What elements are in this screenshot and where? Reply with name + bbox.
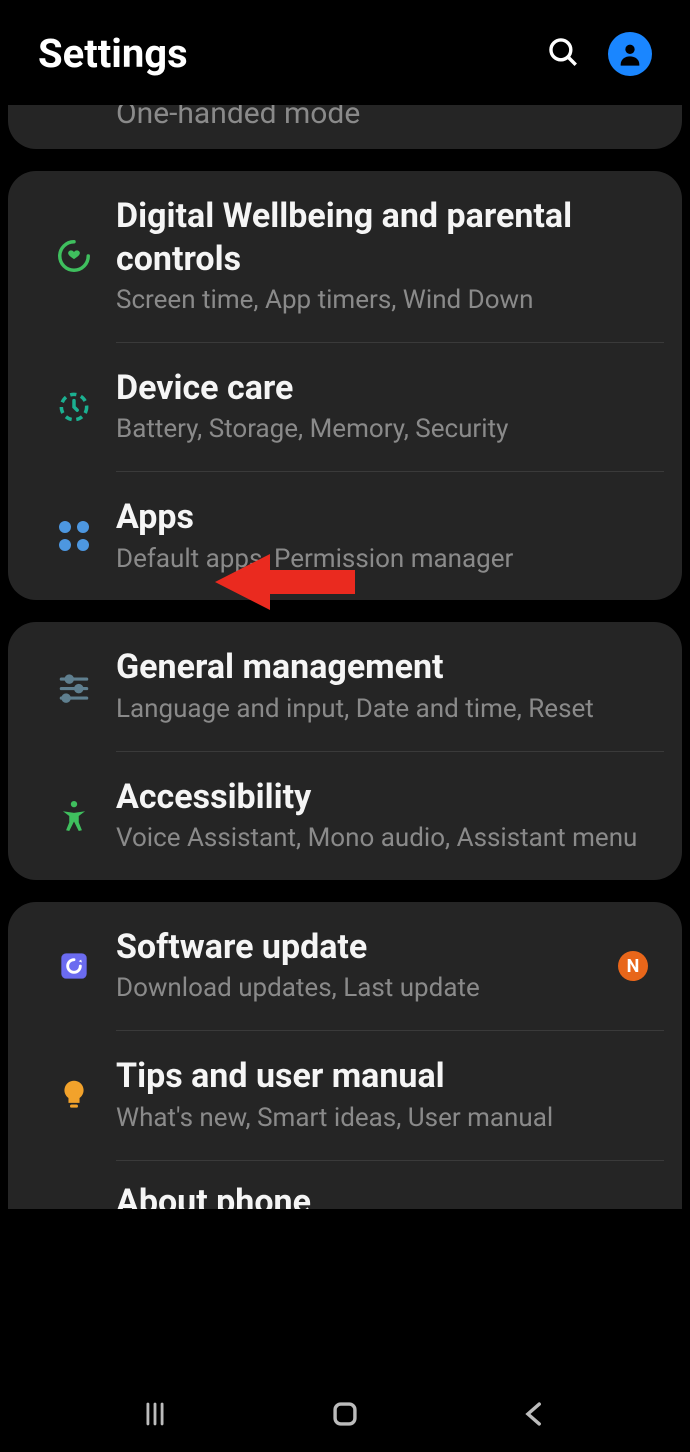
item-text: Tips and user manual What's new, Smart i… — [116, 1055, 658, 1135]
item-text: Accessibility Voice Assistant, Mono audi… — [116, 776, 658, 856]
item-title: Device care — [116, 367, 648, 410]
search-icon[interactable] — [546, 35, 580, 73]
accessibility-icon — [32, 797, 116, 835]
item-title: General management — [116, 646, 648, 689]
settings-item-apps[interactable]: Apps Default apps, Permission manager — [8, 472, 682, 600]
settings-item-device-care[interactable]: Device care Battery, Storage, Memory, Se… — [8, 343, 682, 471]
item-text: General management Language and input, D… — [116, 646, 658, 726]
item-text: Digital Wellbeing and parental controls … — [116, 195, 658, 318]
item-subtitle: Language and input, Date and time, Reset — [116, 693, 648, 727]
settings-group: General management Language and input, D… — [8, 622, 682, 880]
device-care-icon — [32, 388, 116, 426]
settings-item-tips[interactable]: Tips and user manual What's new, Smart i… — [8, 1031, 682, 1159]
settings-group: Software update Download updates, Last u… — [8, 902, 682, 1209]
item-subtitle: Battery, Storage, Memory, Security — [116, 413, 648, 447]
item-title: Apps — [116, 496, 648, 539]
lightbulb-icon — [32, 1076, 116, 1114]
settings-group-partial: One-handed mode — [8, 105, 682, 149]
sliders-icon — [32, 668, 116, 706]
item-text: Apps Default apps, Permission manager — [116, 496, 658, 576]
item-subtitle: Download updates, Last update — [116, 972, 608, 1006]
item-title: Digital Wellbeing and parental controls — [116, 195, 648, 280]
settings-list: One-handed mode Digital Wellbeing and pa… — [0, 105, 690, 1209]
home-button[interactable] — [328, 1397, 362, 1435]
settings-item-general-management[interactable]: General management Language and input, D… — [8, 622, 682, 750]
back-button[interactable] — [518, 1397, 552, 1435]
item-title: About phone — [8, 1161, 682, 1209]
settings-item-software-update[interactable]: Software update Download updates, Last u… — [8, 902, 682, 1030]
system-navbar — [0, 1380, 690, 1452]
page-title: Settings — [38, 30, 546, 77]
wellbeing-icon — [32, 237, 116, 275]
settings-item-digital-wellbeing[interactable]: Digital Wellbeing and parental controls … — [8, 171, 682, 342]
apps-icon — [32, 521, 116, 551]
item-subtitle: What's new, Smart ideas, User manual — [116, 1102, 648, 1136]
recents-button[interactable] — [138, 1397, 172, 1435]
item-subtitle: Screen time, App timers, Wind Down — [116, 284, 648, 318]
settings-item-about-phone[interactable]: About phone — [8, 1161, 682, 1209]
item-subtitle: Default apps, Permission manager — [116, 543, 648, 577]
item-title: Accessibility — [116, 776, 648, 819]
header-actions — [546, 32, 652, 76]
item-title: Software update — [116, 926, 608, 969]
item-text: Software update Download updates, Last u… — [116, 926, 618, 1006]
settings-item-accessibility[interactable]: Accessibility Voice Assistant, Mono audi… — [8, 752, 682, 880]
update-icon — [32, 947, 116, 985]
settings-group: Digital Wellbeing and parental controls … — [8, 171, 682, 600]
settings-header: Settings — [0, 0, 690, 105]
item-title: Tips and user manual — [116, 1055, 648, 1098]
profile-avatar[interactable] — [608, 32, 652, 76]
notification-badge: N — [618, 951, 648, 981]
cut-item-subtitle: One-handed mode — [8, 105, 682, 147]
item-text: Device care Battery, Storage, Memory, Se… — [116, 367, 658, 447]
item-subtitle: Voice Assistant, Mono audio, Assistant m… — [116, 822, 648, 856]
